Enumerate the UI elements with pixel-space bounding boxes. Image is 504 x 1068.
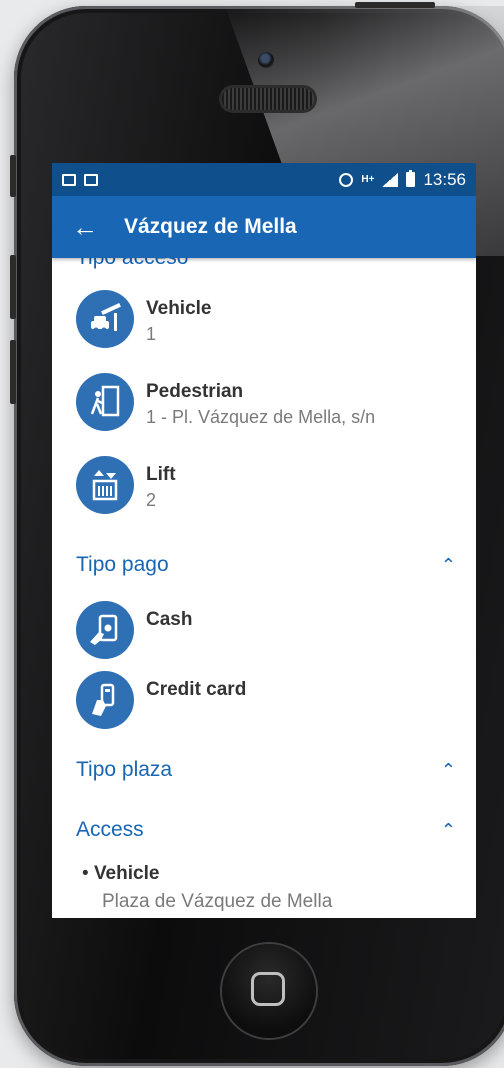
chevron-up-icon[interactable]: ⌃ [441,820,456,841]
page-title: Vázquez de Mella [124,215,297,238]
front-camera [258,52,274,68]
section-space-type[interactable]: Tipo plaza ⌃ [76,758,460,782]
screen: H+ 13:56 ← Vázquez de Mella Tipo acceso … [52,163,476,918]
mute-switch [10,155,16,197]
earpiece-speaker [222,88,314,110]
item-subtitle: 2 [146,490,157,510]
item-subtitle: 1 - Pl. Vázquez de Mella, s/n [146,407,376,427]
detail-content[interactable]: Tipo acceso Vehicle 1 Pedestrian 1 - Pl.… [52,258,476,918]
item-title: Cash [146,609,193,630]
list-item-vehicle: Vehicle 1 [76,290,212,348]
car-barrier-icon [76,290,134,348]
app-bar: ← Vázquez de Mella [52,196,476,258]
status-time: 13:56 [423,169,466,189]
item-title: Vehicle [146,298,212,319]
access-entry-subtitle: Plaza de Vázquez de Mella [102,891,333,912]
bullet-mark: • [82,863,89,884]
power-button [355,2,435,8]
status-bar: H+ 13:56 [52,163,476,196]
list-item-credit-card: Credit card [76,671,246,729]
elevator-icon [76,456,134,514]
chevron-up-icon[interactable]: ⌃ [441,555,456,576]
volume-down-button [10,340,16,404]
list-item-lift: Lift 2 [76,456,176,514]
signal-icon [382,172,399,187]
section-heading: Tipo pago [76,553,169,576]
volume-up-button [10,255,16,319]
pedestrian-door-icon [76,373,134,431]
list-item-cash: Cash [76,601,192,659]
list-item-pedestrian: Pedestrian 1 - Pl. Vázquez de Mella, s/n [76,373,375,431]
section-payment-type[interactable]: Tipo pago ⌃ [76,553,460,577]
section-heading: Access [76,818,144,841]
credit-card-icon [76,671,134,729]
home-square-icon [251,972,285,1006]
section-access[interactable]: Access ⌃ [76,818,460,842]
section-heading: Tipo plaza [76,758,173,781]
alarm-icon [339,172,354,187]
battery-icon [406,170,416,187]
item-title: Pedestrian [146,381,244,402]
network-type-icon: H+ [361,174,375,185]
section-heading-access-type: Tipo acceso [76,258,188,270]
access-entry: • Vehicle [82,863,159,885]
item-title: Credit card [146,679,247,700]
cash-icon [76,601,134,659]
item-subtitle: 1 [146,324,157,344]
screenshot-notification-icon [84,173,98,186]
access-entry-title: Vehicle [93,863,160,884]
gallery-notification-icon [62,173,76,186]
back-arrow-icon[interactable]: ← [72,214,102,240]
chevron-up-icon[interactable]: ⌃ [441,760,456,781]
item-title: Lift [146,464,176,485]
